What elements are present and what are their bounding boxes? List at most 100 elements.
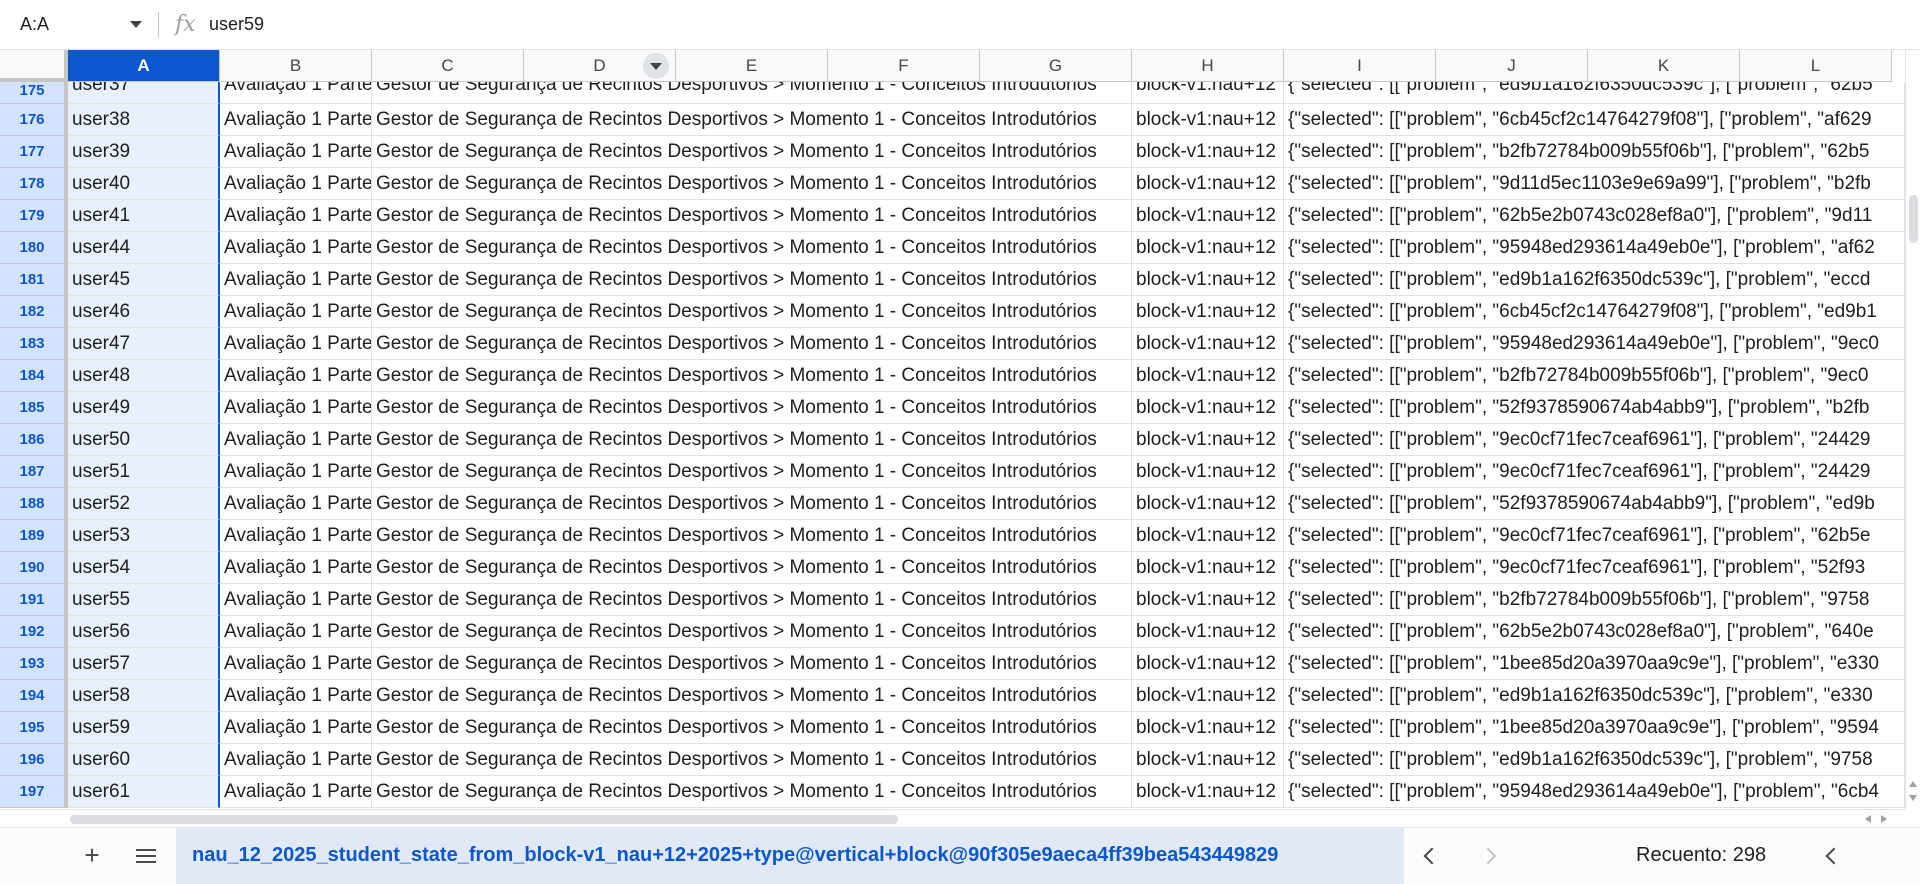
row-header[interactable]: 191 (0, 584, 68, 616)
cell-b[interactable]: Avaliação 1 Parte (220, 744, 372, 776)
cell-i[interactable]: {"selected": [["problem", "1bee85d20a397… (1284, 712, 1905, 744)
cell-b[interactable]: Avaliação 1 Parte (220, 232, 372, 264)
cell-c[interactable]: Gestor de Segurança de Recintos Desporti… (372, 264, 1132, 296)
cell-c[interactable]: Gestor de Segurança de Recintos Desporti… (372, 104, 1132, 136)
cell-c[interactable]: Gestor de Segurança de Recintos Desporti… (372, 296, 1132, 328)
row-header[interactable]: 194 (0, 680, 68, 712)
row-header[interactable]: 196 (0, 744, 68, 776)
cell-h[interactable]: block-v1:nau+12 (1132, 136, 1284, 168)
cell-c[interactable]: Gestor de Segurança de Recintos Desporti… (372, 520, 1132, 552)
cell-a[interactable]: user59 (68, 712, 220, 744)
column-header-a[interactable]: A (68, 50, 220, 82)
cell-c[interactable]: Gestor de Segurança de Recintos Desporti… (372, 488, 1132, 520)
cell-b[interactable]: Avaliação 1 Parte (220, 584, 372, 616)
cell-i[interactable]: {"selected": [["problem", "9ec0cf71fec7c… (1284, 520, 1905, 552)
row-header[interactable]: 193 (0, 648, 68, 680)
row-header[interactable]: 195 (0, 712, 68, 744)
cell-b[interactable]: Avaliação 1 Parte (220, 296, 372, 328)
row-header[interactable]: 179 (0, 200, 68, 232)
cell-c[interactable]: Gestor de Segurança de Recintos Desporti… (372, 168, 1132, 200)
cell-h[interactable]: block-v1:nau+12 (1132, 744, 1284, 776)
cell-c[interactable]: Gestor de Segurança de Recintos Desporti… (372, 200, 1132, 232)
column-header-d[interactable]: D (524, 50, 676, 82)
column-header-h[interactable]: H (1132, 50, 1284, 82)
cell-b[interactable]: Avaliação 1 Parte (220, 712, 372, 744)
cell-c[interactable]: Gestor de Segurança de Recintos Desporti… (372, 680, 1132, 712)
cell-h[interactable]: block-v1:nau+12 (1132, 520, 1284, 552)
cell-i[interactable]: {"selected": [["problem", "9ec0cf71fec7c… (1284, 552, 1905, 584)
cell-h[interactable]: block-v1:nau+12 (1132, 488, 1284, 520)
cell-b[interactable]: Avaliação 1 Parte (220, 552, 372, 584)
cell-a[interactable]: user58 (68, 680, 220, 712)
cell-a[interactable]: user51 (68, 456, 220, 488)
cell-h[interactable]: block-v1:nau+12 (1132, 456, 1284, 488)
cell-i[interactable]: {"selected": [["problem", "95948ed293614… (1284, 328, 1905, 360)
cell-h[interactable]: block-v1:nau+12 (1132, 616, 1284, 648)
cell-b[interactable]: Avaliação 1 Parte (220, 392, 372, 424)
cell-a[interactable]: user40 (68, 168, 220, 200)
cell-h[interactable]: block-v1:nau+12 (1132, 328, 1284, 360)
cell-a[interactable]: user50 (68, 424, 220, 456)
cell-a[interactable]: user54 (68, 552, 220, 584)
row-header[interactable]: 186 (0, 424, 68, 456)
cell-i[interactable]: {"selected": [["problem", "ed9b1a162f635… (1284, 82, 1905, 104)
cell-a[interactable]: user45 (68, 264, 220, 296)
cell-b[interactable]: Avaliação 1 Parte (220, 136, 372, 168)
row-header[interactable]: 189 (0, 520, 68, 552)
chevron-down-icon[interactable] (130, 20, 142, 28)
cell-a[interactable]: user46 (68, 296, 220, 328)
cell-b[interactable]: Avaliação 1 Parte (220, 616, 372, 648)
row-header[interactable]: 184 (0, 360, 68, 392)
cell-b[interactable]: Avaliação 1 Parte (220, 776, 372, 808)
cell-c[interactable]: Gestor de Segurança de Recintos Desporti… (372, 552, 1132, 584)
cell-h[interactable]: block-v1:nau+12 (1132, 200, 1284, 232)
vertical-scroll-thumb[interactable] (1909, 195, 1918, 243)
scroll-tabs-right-button[interactable] (1460, 828, 1516, 884)
cell-a[interactable]: user48 (68, 360, 220, 392)
row-header[interactable]: 197 (0, 776, 68, 808)
scroll-left-arrow-icon[interactable] (1865, 815, 1871, 823)
cell-h[interactable]: block-v1:nau+12 (1132, 360, 1284, 392)
cell-a[interactable]: user53 (68, 520, 220, 552)
cell-b[interactable]: Avaliação 1 Parte (220, 328, 372, 360)
cell-a[interactable]: user41 (68, 200, 220, 232)
cell-c[interactable]: Gestor de Segurança de Recintos Desporti… (372, 328, 1132, 360)
cell-h[interactable]: block-v1:nau+12 (1132, 584, 1284, 616)
cell-i[interactable]: {"selected": [["problem", "9ec0cf71fec7c… (1284, 456, 1905, 488)
scroll-up-arrow-icon[interactable] (1909, 781, 1917, 787)
cell-h[interactable]: block-v1:nau+12 (1132, 680, 1284, 712)
cell-i[interactable]: {"selected": [["problem", "95948ed293614… (1284, 232, 1905, 264)
cell-i[interactable]: {"selected": [["problem", "52f9378590674… (1284, 488, 1905, 520)
cell-a[interactable]: user38 (68, 104, 220, 136)
cell-i[interactable]: {"selected": [["problem", "ed9b1a162f635… (1284, 680, 1905, 712)
cell-c[interactable]: Gestor de Segurança de Recintos Desporti… (372, 744, 1132, 776)
cell-c[interactable]: Gestor de Segurança de Recintos Desporti… (372, 82, 1132, 104)
cell-h[interactable]: block-v1:nau+12 (1132, 82, 1284, 104)
cell-a[interactable]: user56 (68, 616, 220, 648)
row-header[interactable]: 190 (0, 552, 68, 584)
cell-i[interactable]: {"selected": [["problem", "62b5e2b0743c0… (1284, 200, 1905, 232)
column-header-g[interactable]: G (980, 50, 1132, 82)
cell-b[interactable]: Avaliação 1 Parte (220, 264, 372, 296)
cell-h[interactable]: block-v1:nau+12 (1132, 232, 1284, 264)
row-header[interactable]: 188 (0, 488, 68, 520)
cell-c[interactable]: Gestor de Segurança de Recintos Desporti… (372, 456, 1132, 488)
column-header-e[interactable]: E (676, 50, 828, 82)
column-header-k[interactable]: K (1588, 50, 1740, 82)
horizontal-scroll-thumb[interactable] (70, 815, 898, 824)
cell-h[interactable]: block-v1:nau+12 (1132, 296, 1284, 328)
cell-a[interactable]: user55 (68, 584, 220, 616)
cell-i[interactable]: {"selected": [["problem", "6cb45cf2c1476… (1284, 296, 1905, 328)
cell-i[interactable]: {"selected": [["problem", "1bee85d20a397… (1284, 648, 1905, 680)
cell-a[interactable]: user49 (68, 392, 220, 424)
cell-a[interactable]: user44 (68, 232, 220, 264)
formula-input[interactable]: user59 (209, 14, 264, 35)
row-header[interactable]: 177 (0, 136, 68, 168)
cell-c[interactable]: Gestor de Segurança de Recintos Desporti… (372, 232, 1132, 264)
all-sheets-button[interactable] (122, 832, 170, 880)
cell-b[interactable]: Avaliação 1 Parte (220, 360, 372, 392)
column-header-i[interactable]: I (1284, 50, 1436, 82)
cell-b[interactable]: Avaliação 1 Parte (220, 82, 372, 104)
cell-c[interactable]: Gestor de Segurança de Recintos Desporti… (372, 776, 1132, 808)
add-sheet-button[interactable]: + (68, 832, 116, 880)
